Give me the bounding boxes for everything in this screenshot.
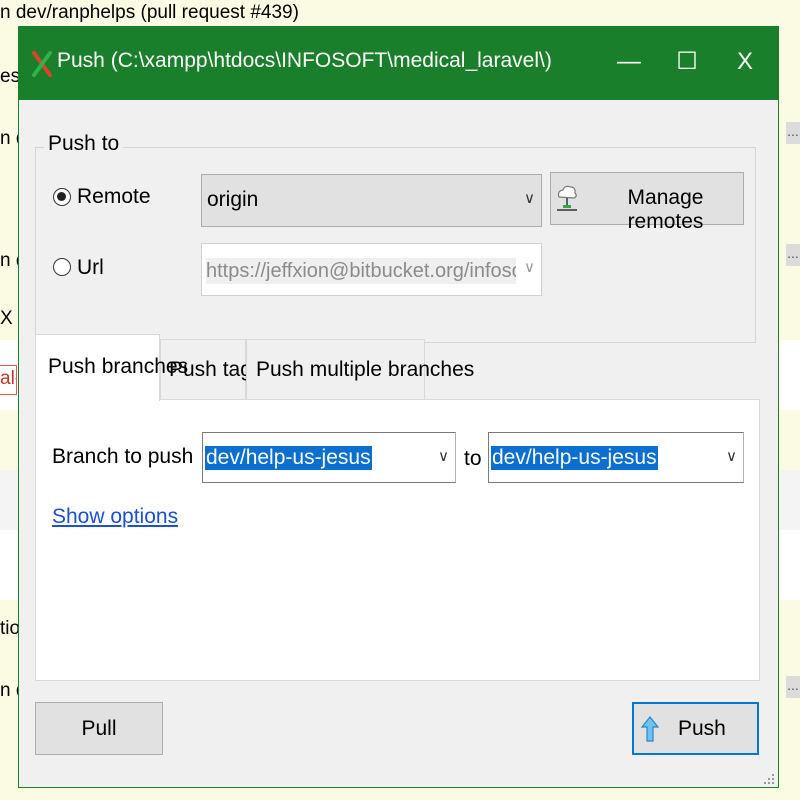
background-commit-title: n dev/ranphelps (pull request #439) [0,2,299,23]
remote-select[interactable]: origin ∨ [201,174,542,227]
remote-branch-value: dev/help-us-jesus [491,446,658,470]
push-to-legend: Push to [44,132,124,156]
remote-label[interactable]: Remote [77,185,151,209]
background-tag: al- [0,365,17,395]
tab-push-multiple-branches[interactable]: Push multiple branches [246,339,474,400]
manage-remotes-button[interactable]: Manage remotes [550,172,744,233]
manage-remotes-label: Manage remotes [627,186,704,233]
branch-to-push-label: Branch to push [52,445,194,468]
pull-label: Pull [81,717,117,740]
remote-select-value: origin [207,188,259,211]
push-branches-panel: Branch to push dev/help-us-jesus ∨ to de… [35,399,760,681]
push-dialog: Push (C:\xampp\htdocs\INFOSOFT\medical_l… [18,26,779,788]
url-label[interactable]: Url [77,256,104,280]
chevron-down-icon: ∨ [524,259,535,276]
title-bar[interactable]: Push (C:\xampp\htdocs\INFOSOFT\medical_l… [19,27,778,100]
url-radio[interactable] [53,258,71,276]
url-select[interactable]: https://jeffxion@bitbucket.org/infosofto… [201,243,542,296]
remote-branch-select[interactable]: dev/help-us-jesus ∨ [488,432,744,483]
to-label: to [464,447,482,470]
window-title: Push (C:\xampp\htdocs\INFOSOFT\medical_l… [57,49,552,72]
network-icon [555,183,579,221]
resize-grip-icon[interactable] [763,772,775,784]
git-extensions-icon [31,51,53,77]
pull-button[interactable]: Pull [35,702,163,755]
chevron-down-icon: ∨ [726,448,737,465]
tab-push-branches[interactable]: Push branches [35,334,188,401]
minimize-button[interactable]: — [600,27,658,100]
push-arrow-icon [640,715,660,749]
push-button[interactable]: Push [632,702,759,755]
chevron-down-icon: ∨ [524,190,535,207]
tab-label: Push multiple branches [256,358,475,381]
local-branch-value: dev/help-us-jesus [205,446,372,470]
url-value: https://jeffxion@bitbucket.org/infosofto… [206,258,516,284]
push-label: Push [678,717,726,740]
local-branch-select[interactable]: dev/help-us-jesus ∨ [202,432,456,483]
close-button[interactable]: X [716,27,774,100]
background-fragment: X [0,308,13,329]
more-icon[interactable]: ... [786,244,800,266]
more-icon[interactable]: ... [786,676,800,698]
chevron-down-icon: ∨ [438,448,449,465]
show-options-link[interactable]: Show options [52,505,178,529]
maximize-button[interactable]: ☐ [658,27,716,100]
remote-radio[interactable] [53,188,71,206]
more-icon[interactable]: ... [786,122,800,144]
tab-label: Push branches [48,355,189,378]
